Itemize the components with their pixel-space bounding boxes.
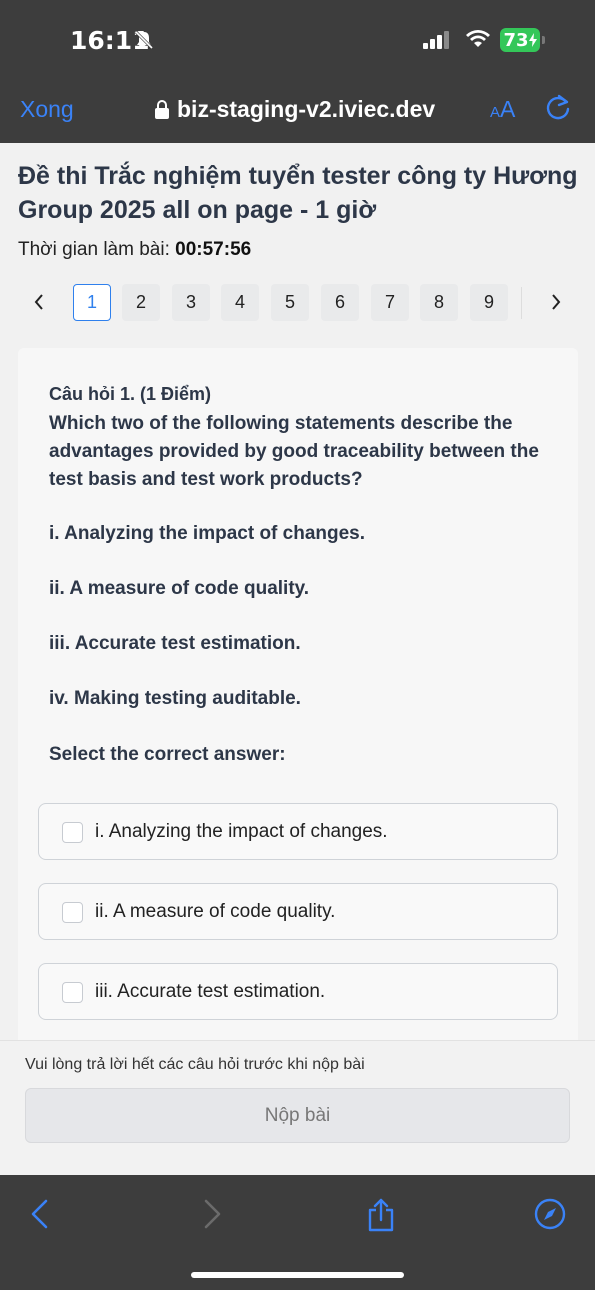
submit-hint: Vui lòng trả lời hết các câu hỏi trước k… bbox=[25, 1056, 365, 1073]
answer-option-label: iii. Accurate test estimation. bbox=[95, 981, 326, 1002]
done-button[interactable]: Xong bbox=[20, 96, 74, 123]
lock-icon bbox=[155, 100, 169, 119]
bell-slash-icon bbox=[134, 30, 154, 50]
question-header: Câu hỏi 1. (1 Điểm) bbox=[49, 384, 212, 404]
answer-prompt: Select the correct answer: bbox=[49, 744, 286, 765]
answer-option-2[interactable]: ii. A measure of code quality. bbox=[38, 883, 558, 940]
battery-level: 73 bbox=[503, 29, 529, 51]
pager-next-button[interactable] bbox=[541, 287, 571, 317]
pager-prev-button[interactable] bbox=[24, 287, 54, 317]
exam-page: Đề thi Trắc nghiệm tuyển tester công ty … bbox=[0, 143, 595, 1040]
home-indicator bbox=[191, 1272, 404, 1278]
status-bar: 16:11 73 bbox=[0, 0, 595, 80]
page-button-2[interactable]: 2 bbox=[122, 284, 160, 321]
statement-3: iii. Accurate test estimation. bbox=[49, 633, 301, 654]
share-icon[interactable] bbox=[366, 1198, 396, 1232]
question-card: Câu hỏi 1. (1 Điểm) Which two of the fol… bbox=[18, 348, 578, 1040]
compass-icon[interactable] bbox=[534, 1198, 566, 1230]
signal-icon bbox=[423, 31, 449, 49]
exam-timer: Thời gian làm bài: 00:57:56 bbox=[18, 239, 251, 261]
question-pager: 1 2 3 4 5 6 7 8 9 bbox=[0, 283, 595, 323]
reload-icon[interactable] bbox=[545, 94, 571, 122]
answer-option-1[interactable]: i. Analyzing the impact of changes. bbox=[38, 803, 558, 860]
text-size-button[interactable]: AA bbox=[490, 96, 515, 123]
timer-label: Thời gian làm bài: bbox=[18, 239, 170, 260]
statement-1: i. Analyzing the impact of changes. bbox=[49, 523, 366, 544]
pager-divider bbox=[521, 287, 522, 319]
page-button-3[interactable]: 3 bbox=[172, 284, 210, 321]
question-text: Which two of the following statements de… bbox=[49, 413, 539, 490]
wifi-icon bbox=[466, 30, 490, 47]
back-icon[interactable] bbox=[28, 1198, 52, 1230]
answer-checkbox-2[interactable] bbox=[62, 902, 83, 923]
statement-4: iv. Making testing auditable. bbox=[49, 688, 301, 709]
exam-title: Đề thi Trắc nghiệm tuyển tester công ty … bbox=[18, 162, 578, 224]
text-size-large-label: A bbox=[500, 96, 516, 122]
browser-toolbar bbox=[0, 1175, 595, 1290]
charging-icon bbox=[528, 33, 537, 47]
page-button-6[interactable]: 6 bbox=[321, 284, 359, 321]
page-button-5[interactable]: 5 bbox=[271, 284, 309, 321]
answer-option-3[interactable]: iii. Accurate test estimation. bbox=[38, 963, 558, 1020]
text-size-small-label: A bbox=[490, 104, 501, 121]
address-field[interactable]: biz-staging-v2.iviec.dev bbox=[155, 96, 435, 123]
browser-url-bar: Xong biz-staging-v2.iviec.dev AA bbox=[0, 80, 595, 143]
battery-indicator: 73 bbox=[500, 28, 545, 52]
answer-option-label: ii. A measure of code quality. bbox=[95, 901, 336, 922]
page-button-8[interactable]: 8 bbox=[420, 284, 458, 321]
page-button-7[interactable]: 7 bbox=[371, 284, 409, 321]
chevron-left-icon bbox=[34, 294, 43, 310]
page-button-4[interactable]: 4 bbox=[221, 284, 259, 321]
url-text: biz-staging-v2.iviec.dev bbox=[177, 96, 436, 122]
answer-option-label: i. Analyzing the impact of changes. bbox=[95, 821, 388, 842]
answer-checkbox-3[interactable] bbox=[62, 982, 83, 1003]
timer-value: 00:57:56 bbox=[175, 239, 252, 260]
submit-footer: Vui lòng trả lời hết các câu hỏi trước k… bbox=[0, 1040, 595, 1175]
submit-button[interactable]: Nộp bài bbox=[25, 1088, 570, 1143]
statement-2: ii. A measure of code quality. bbox=[49, 578, 310, 599]
chevron-right-icon bbox=[552, 294, 561, 310]
answer-checkbox-1[interactable] bbox=[62, 822, 83, 843]
forward-icon[interactable] bbox=[200, 1198, 224, 1230]
page-button-9[interactable]: 9 bbox=[470, 284, 508, 321]
page-button-1[interactable]: 1 bbox=[73, 284, 111, 321]
